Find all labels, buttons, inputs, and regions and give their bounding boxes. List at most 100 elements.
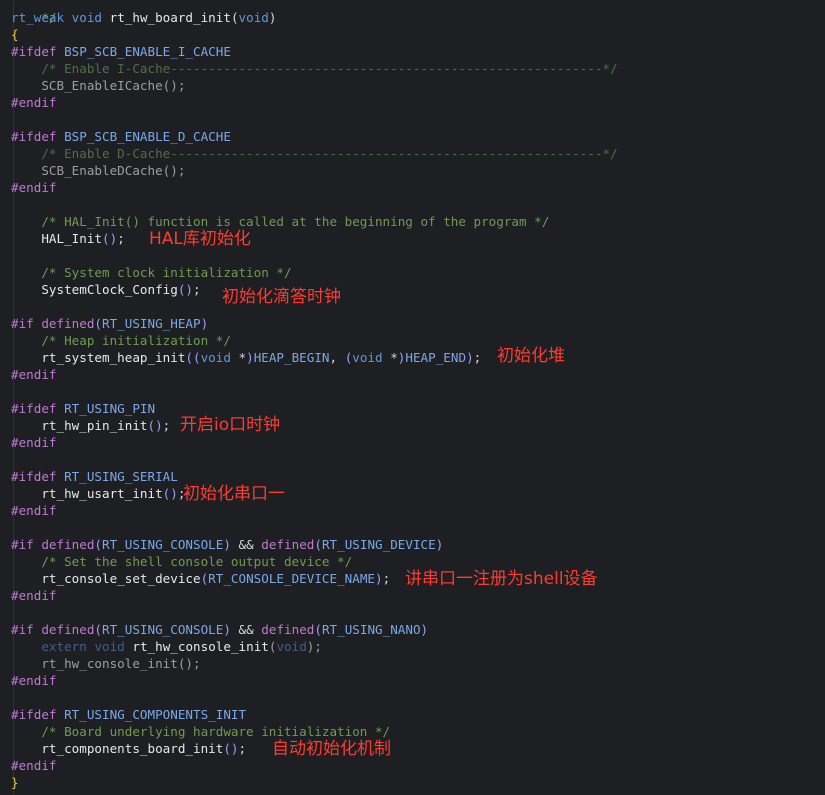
preprocessor: #endif [11,180,57,195]
preprocessor: #endif [11,435,57,450]
macro: HEAP_BEGIN [253,350,330,365]
code-line: rt_hw_console_init(); [41,656,201,671]
keyword: void [276,639,307,654]
preprocessor: #ifdef [11,44,57,59]
code-line: SystemClock_Config(); [41,282,201,297]
paren: ) [268,10,277,25]
code-line: /* HAL_Init() function is called at the … [11,213,549,230]
comment-text: /* Heap initialization */ [41,333,231,348]
code-line: #endif [11,94,57,111]
code-line: SCB_EnableICache(); [41,78,186,93]
keyword: void [238,10,269,25]
defined-keyword: defined [261,622,315,637]
annotation-clock: 初始化滴答时钟 [222,287,341,307]
preprocessor: #endif [11,588,57,603]
code-line: extern void rt_hw_console_init(void); [41,639,322,654]
code-line: /* Enable D-Cache-----------------------… [11,145,618,162]
code-line: #if defined(RT_USING_CONSOLE) && defined… [11,622,429,637]
annotation-pin: 开启io口时钟 [180,415,281,435]
function-name: rt_hw_console_init [132,639,269,654]
function-name: rt_hw_board_init [109,10,231,25]
code-line: rt_components_board_init(); [41,741,247,756]
code-line: #if defined(RT_USING_CONSOLE) && defined… [11,537,444,552]
code-line: #endif [11,757,57,774]
function-call: rt_hw_pin_init [41,418,148,433]
comment-text: /* HAL_Init() function is called at the … [41,214,550,229]
function-call: HAL_Init [41,231,103,246]
code-line: #if defined(RT_USING_HEAP) [11,316,209,331]
comment-text: /* Enable I-Cache-----------------------… [41,61,618,76]
preprocessor: #endif [11,367,57,382]
function-call: SCB_EnableDCache [41,163,163,178]
preprocessor: #ifdef [11,469,57,484]
annotation-heap: 初始化堆 [497,346,565,366]
code-line: #ifdef BSP_SCB_ENABLE_I_CACHE [11,43,231,60]
comment-text: /* Set the shell console output device *… [41,554,353,569]
code-line: SCB_EnableDCache(); [41,163,186,178]
macro: RT_USING_NANO [321,622,421,637]
code-line: #endif [11,672,57,689]
code-line: } [11,774,19,791]
brace: { [11,27,19,42]
keyword: extern [41,639,87,654]
defined-keyword: defined [261,537,315,552]
keyword: void [94,639,125,654]
annotation-console: 讲串口一注册为shell设备 [405,569,598,589]
code-line: { [11,26,19,43]
keyword: void [200,350,231,365]
preprocessor: #endif [11,503,57,518]
code-line: /* Enable I-Cache-----------------------… [11,60,618,77]
code-line: #endif [11,366,57,383]
function-call: SystemClock_Config [41,282,178,297]
preprocessor: #if [11,316,34,331]
preprocessor: #endif [11,673,57,688]
comment-text: /* Board underlying hardware initializat… [41,724,391,739]
code-line: */ [11,0,56,25]
macro: RT_USING_CONSOLE [102,622,224,637]
code-line: /* Set the shell console output device *… [11,553,352,570]
preprocessor: #ifdef [11,401,57,416]
annotation-serial: 初始化串口一 [183,484,285,504]
annotation-hal: HAL库初始化 [149,229,251,249]
code-line: #ifdef RT_USING_PIN [11,400,155,417]
keyword: rt_weak [11,10,65,25]
brace: } [11,775,19,790]
code-line: rt_weak void rt_hw_board_init(void) [11,9,276,26]
function-call: rt_hw_usart_init [41,486,163,501]
function-call: rt_system_heap_init [41,350,186,365]
code-line: #endif [11,502,57,519]
comment-text: /* Enable D-Cache-----------------------… [41,146,618,161]
defined-keyword: defined [41,316,95,331]
macro: RT_USING_DEVICE [321,537,436,552]
code-line: #endif [11,434,57,451]
macro: RT_USING_SERIAL [64,469,178,484]
operator: && [238,537,254,552]
macro: BSP_SCB_ENABLE_I_CACHE [64,44,231,59]
comment-text: /* System clock initialization */ [41,265,292,280]
code-line: /* Heap initialization */ [11,332,231,349]
keyword: void [352,350,383,365]
preprocessor: #endif [11,758,57,773]
function-call: SCB_EnableICache [41,78,163,93]
preprocessor: #if [11,537,34,552]
operator: && [238,622,254,637]
function-call: rt_hw_console_init [41,656,178,671]
macro: HEAP_END [405,350,467,365]
function-call: rt_components_board_init [41,741,224,756]
code-line: rt_console_set_device(RT_CONSOLE_DEVICE_… [41,571,391,586]
code-line: HAL_Init(); [41,231,125,246]
code-editor[interactable]: */ rt_weak void rt_hw_board_init(void) {… [0,0,825,795]
keyword: void [71,10,103,25]
code-line: #ifdef BSP_SCB_ENABLE_D_CACHE [11,128,231,145]
macro: RT_CONSOLE_DEVICE_NAME [208,571,375,586]
code-line: #ifdef RT_USING_COMPONENTS_INIT [11,706,246,723]
macro: RT_USING_CONSOLE [102,537,224,552]
code-line: /* System clock initialization */ [11,264,292,281]
function-call: rt_console_set_device [41,571,201,586]
preprocessor: #endif [11,95,57,110]
preprocessor: #ifdef [11,129,57,144]
preprocessor: #if [11,622,34,637]
paren: ( [230,10,239,25]
macro: RT_USING_PIN [64,401,156,416]
annotation-components: 自动初始化机制 [272,739,391,759]
